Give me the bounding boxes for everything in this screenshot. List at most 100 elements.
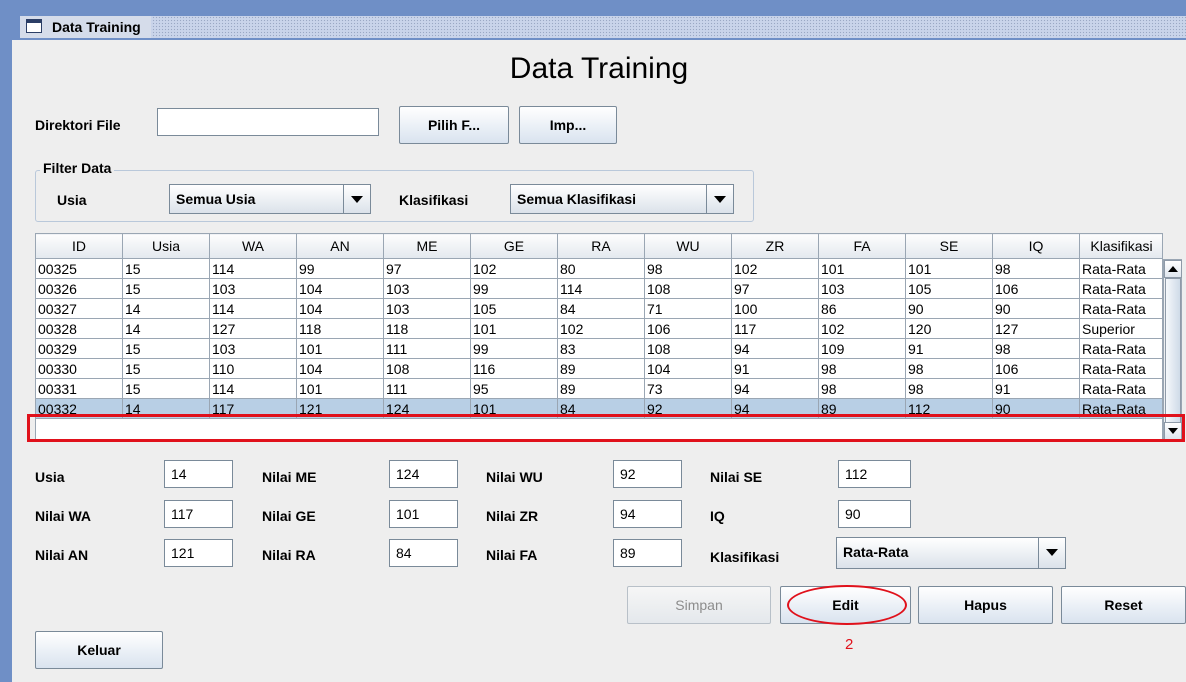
table-cell: Rata-Rata [1079,358,1162,379]
filter-klasifikasi-select[interactable]: Semua Klasifikasi [510,184,734,214]
table-row[interactable]: 00326 15 103 104 103 99 114 108 97 103 105 106 Rata-… [36,278,1162,299]
se-field[interactable]: 112 [838,460,911,488]
selected-row-highlight [27,414,1185,442]
table-cell: 106 [992,358,1080,379]
fa-field[interactable]: 89 [613,539,682,567]
table-cell: 103 [383,298,471,319]
table-cell: 108 [644,338,732,359]
table-cell: 98 [905,378,993,399]
column-header[interactable]: FA [818,234,906,259]
filter-usia-label: Usia [57,192,87,208]
table-cell: 89 [557,358,645,379]
column-header[interactable]: IQ [992,234,1080,259]
chevron-down-icon [343,185,370,213]
table-cell: 118 [383,318,471,339]
table-cell: 91 [905,338,993,359]
chevron-down-icon [1038,538,1065,568]
table-cell: 106 [644,318,732,339]
table-cell: 99 [470,338,558,359]
simpan-button[interactable]: Simpan [627,586,771,624]
an-field[interactable]: 121 [164,539,233,567]
table-row[interactable]: 00329 15 103 101 111 99 83 108 94 109 91 98 Rata-Rat… [36,338,1162,359]
me-field[interactable]: 124 [389,460,458,488]
reset-button[interactable]: Reset [1061,586,1186,624]
table-cell: 90 [905,298,993,319]
iq-field[interactable]: 90 [838,500,911,528]
ra-label: Nilai RA [262,547,316,563]
table-cell: 102 [470,258,558,279]
table-cell: 86 [818,298,906,319]
scroll-up-icon[interactable] [1164,260,1182,278]
column-header[interactable]: Klasifikasi [1079,234,1162,259]
table-cell: 00331 [36,378,123,399]
table-cell: Rata-Rata [1079,298,1162,319]
step-annotation: 2 [845,636,854,653]
table-cell: 102 [818,318,906,339]
keluar-button[interactable]: Keluar [35,631,163,669]
table-cell: 114 [209,258,297,279]
column-header[interactable]: WA [209,234,297,259]
data-table-viewport[interactable]: ID Usia WA AN ME GE RA WU ZR FA SE IQ Klasifikasi 00… [35,233,1163,441]
table-row[interactable]: 00325 15 114 99 97 102 80 98 102 101 101 98 Rata-Rat… [36,258,1162,279]
table-cell: 98 [644,258,732,279]
column-header[interactable]: AN [296,234,384,259]
table-cell: 120 [905,318,993,339]
klasifikasi-select[interactable]: Rata-Rata [836,537,1066,569]
ge-field[interactable]: 101 [389,500,458,528]
import-button[interactable]: Imp... [519,106,617,144]
column-header[interactable]: Usia [122,234,210,259]
column-header[interactable]: SE [905,234,993,259]
filter-usia-select[interactable]: Semua Usia [169,184,371,214]
usia-label: Usia [35,469,65,485]
table-cell: 103 [209,338,297,359]
scroll-thumb[interactable] [1165,278,1181,424]
column-header[interactable]: RA [557,234,645,259]
hapus-button[interactable]: Hapus [918,586,1053,624]
usia-field[interactable]: 14 [164,460,233,488]
directory-label: Direktori File [35,117,121,133]
table-cell: 101 [296,378,384,399]
filter-usia-value: Semua Usia [176,191,256,207]
table-cell: 97 [731,278,819,299]
iq-label: IQ [710,508,725,524]
table-cell: 114 [209,298,297,319]
page-title: Data Training [509,52,689,85]
table-row[interactable]: 00331 15 114 101 111 95 89 73 94 98 98 91 Rata-Rata [36,378,1162,399]
table-row[interactable]: 00330 15 110 104 108 116 89 104 91 98 98 106 Rata-Ra… [36,358,1162,379]
filter-group-title: Filter Data [40,160,115,176]
table-cell: 15 [122,258,210,279]
table-cell: 108 [644,278,732,299]
table-cell: 98 [905,358,993,379]
table-cell: 104 [296,298,384,319]
table-cell: 104 [296,358,384,379]
column-header[interactable]: ZR [731,234,819,259]
table-cell: 111 [383,338,471,359]
table-cell: 103 [383,278,471,299]
table-cell: 99 [296,258,384,279]
table-cell: 71 [644,298,732,319]
table-cell: 73 [644,378,732,399]
title-strip [20,16,1186,38]
pick-file-button[interactable]: Pilih F... [399,106,509,144]
wu-label: Nilai WU [486,469,543,485]
ra-field[interactable]: 84 [389,539,458,567]
table-row[interactable]: 00327 14 114 104 103 105 84 71 100 86 90 90 Rata-Rat… [36,298,1162,319]
wa-field[interactable]: 117 [164,500,233,528]
table-cell: 94 [731,378,819,399]
column-header[interactable]: WU [644,234,732,259]
table-cell: 15 [122,358,210,379]
window-frame [0,0,12,682]
directory-field[interactable] [157,108,379,136]
table-row[interactable]: 00328 14 127 118 118 101 102 106 117 102 120 127 Sup… [36,318,1162,339]
wu-field[interactable]: 92 [613,460,682,488]
table-cell: 91 [731,358,819,379]
table-cell: Rata-Rata [1079,258,1162,279]
table-cell: 89 [557,378,645,399]
table-cell: 98 [818,378,906,399]
fa-label: Nilai FA [486,547,538,563]
column-header[interactable]: ME [383,234,471,259]
column-header[interactable]: ID [36,234,123,259]
chevron-down-icon [706,185,733,213]
column-header[interactable]: GE [470,234,558,259]
zr-field[interactable]: 94 [613,500,682,528]
